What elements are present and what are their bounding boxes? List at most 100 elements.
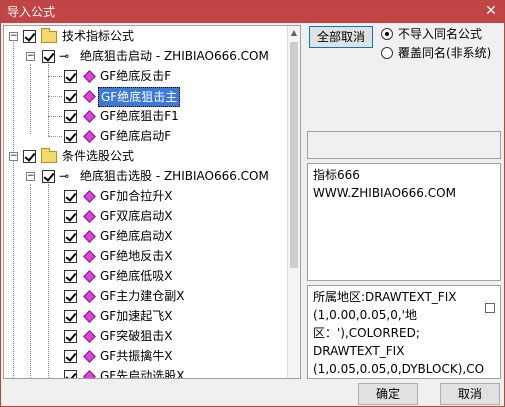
folder-icon (41, 148, 57, 163)
close-icon[interactable]: ✕ (482, 2, 500, 20)
tree-sub-row[interactable]: − ⊸ 绝底狙击选股 - ZHIBIAO666.COM (4, 166, 288, 186)
tree-item-row[interactable]: GF突破狙击X (4, 326, 288, 346)
tree-item-label: GF加合拉升X (100, 189, 173, 203)
code-line: (1,0.05,0.05,0,DYBLOCK),COL (313, 362, 485, 376)
tree-item-row[interactable]: GF加合拉升X (4, 186, 288, 206)
key-icon: ⊸ (59, 49, 70, 63)
code-checkbox[interactable] (485, 303, 495, 313)
cancel-button[interactable]: 取消 (440, 383, 500, 405)
collapse-icon[interactable]: − (26, 172, 35, 181)
formula-icon (83, 250, 96, 263)
tree-item-label: GF共振擒牛X (100, 349, 173, 363)
tree-item-label: GF绝底启动X (100, 229, 173, 243)
window-title: 导入公式 (7, 5, 56, 19)
item-checkbox[interactable] (64, 70, 77, 83)
formula-icon (83, 230, 96, 243)
item-checkbox[interactable] (64, 310, 77, 323)
tree-item-row[interactable]: GF绝底启动X (4, 226, 288, 246)
tree-content: − 技术指标公式 − ⊸ 绝底狙击启动 - ZHIBIAO666.COM GF绝… (4, 26, 288, 378)
formula-icon (83, 310, 96, 323)
collapse-icon[interactable]: − (26, 52, 35, 61)
formula-code-box[interactable]: 所属地区:DRAWTEXT_FIX (1,0.00,0.05,0,'地 区：')… (307, 285, 501, 379)
tree-item-row[interactable]: GF加速起飞X (4, 306, 288, 326)
tree-item-label: GF双底启动X (100, 209, 173, 223)
tree-item-row[interactable]: GF先启动选股X (4, 366, 288, 378)
formula-icon (83, 290, 96, 303)
tree-scrollbar[interactable]: ▲ (287, 26, 300, 378)
tree-item-row[interactable]: GF绝底低吸X (4, 266, 288, 286)
overwrite-radio[interactable] (381, 47, 393, 59)
formula-icon (83, 350, 96, 363)
item-checkbox[interactable] (64, 210, 77, 223)
collapse-icon[interactable]: − (9, 32, 18, 41)
no-import-label: 不导入同名公式 (398, 27, 483, 41)
sub-checkbox[interactable] (42, 170, 55, 183)
key-icon: ⊸ (59, 169, 70, 183)
item-checkbox[interactable] (64, 110, 77, 123)
tree-item-label: GF绝底狙击主 (98, 87, 181, 107)
code-line: DRAWTEXT_FIX (313, 344, 405, 358)
ok-button[interactable]: 确定 (358, 383, 418, 405)
scroll-up-icon[interactable]: ▲ (288, 26, 300, 40)
overwrite-label: 覆盖同名(非系统) (398, 46, 492, 60)
tree-item-label: GF绝地反击X (100, 249, 173, 263)
item-checkbox[interactable] (64, 330, 77, 343)
formula-icon (83, 270, 96, 283)
item-checkbox[interactable] (64, 350, 77, 363)
tree-item-label: GF先启动选股X (100, 369, 185, 378)
item-checkbox[interactable] (64, 230, 77, 243)
code-line: (1,0.00,0.05,0,'地 (313, 308, 417, 322)
tree-sub-label: 绝底狙击启动 - ZHIBIAO666.COM (80, 49, 269, 63)
tree-item-row[interactable]: GF绝底狙击F1 (4, 106, 288, 126)
formula-icon (83, 70, 96, 83)
item-checkbox[interactable] (64, 270, 77, 283)
tree-item-row[interactable]: GF主力建仓副X (4, 286, 288, 306)
tree-item-label: GF绝底反击F (100, 69, 172, 83)
tree-group-row[interactable]: − 技术指标公式 (4, 26, 288, 46)
tree-group-label: 条件选股公式 (62, 149, 135, 163)
group-checkbox[interactable] (23, 150, 36, 163)
formula-tree[interactable]: − 技术指标公式 − ⊸ 绝底狙击启动 - ZHIBIAO666.COM GF绝… (3, 25, 301, 379)
tree-item-label: GF主力建仓副X (100, 289, 185, 303)
empty-panel (307, 131, 501, 159)
tree-group-label: 技术指标公式 (62, 29, 135, 43)
sub-checkbox[interactable] (42, 50, 55, 63)
tree-item-label: GF突破狙击X (100, 329, 173, 343)
tree-sub-label: 绝底狙击选股 - ZHIBIAO666.COM (80, 169, 269, 183)
tree-item-row[interactable]: GF绝底启动F (4, 126, 288, 146)
info-line: 指标666 (313, 168, 360, 182)
formula-info-box: 指标666 WWW.ZHIBIAO666.COM (307, 163, 501, 281)
tree-item-row-selected[interactable]: GF绝底狙击主 (4, 86, 288, 107)
formula-icon (83, 330, 96, 343)
code-line: 区：'),COLORRED; (313, 326, 420, 340)
no-import-radio[interactable] (381, 28, 393, 40)
formula-icon (83, 370, 96, 378)
tree-sub-row[interactable]: − ⊸ 绝底狙击启动 - ZHIBIAO666.COM (4, 46, 288, 66)
scrollbar-thumb[interactable] (290, 42, 298, 268)
import-formula-dialog: 导入公式 ✕ − 技术指标公式 − ⊸ 绝底狙击启动 - ZHIBIAO666.… (0, 0, 505, 407)
info-line: WWW.ZHIBIAO666.COM (313, 186, 456, 200)
cancel-all-button[interactable]: 全部取消 (309, 26, 373, 48)
item-checkbox[interactable] (64, 370, 77, 378)
item-checkbox[interactable] (64, 250, 77, 263)
tree-item-row[interactable]: GF绝地反击X (4, 246, 288, 266)
item-checkbox[interactable] (64, 90, 77, 103)
tree-item-label: GF绝底低吸X (100, 269, 173, 283)
formula-icon (83, 130, 96, 143)
item-checkbox[interactable] (64, 190, 77, 203)
item-checkbox[interactable] (64, 290, 77, 303)
formula-icon (83, 90, 96, 103)
tree-item-row[interactable]: GF双底启动X (4, 206, 288, 226)
tree-item-label: GF绝底狙击F1 (100, 109, 179, 123)
formula-icon (83, 210, 96, 223)
group-checkbox[interactable] (23, 30, 36, 43)
tree-item-label: GF绝底启动F (100, 129, 172, 143)
folder-icon (41, 28, 57, 43)
tree-item-row[interactable]: GF共振擒牛X (4, 346, 288, 366)
tree-group-row[interactable]: − 条件选股公式 (4, 146, 288, 166)
collapse-icon[interactable]: − (9, 152, 18, 161)
title-bar: 导入公式 ✕ (1, 1, 504, 23)
tree-item-label: GF加速起飞X (100, 309, 173, 323)
tree-item-row[interactable]: GF绝底反击F (4, 66, 288, 86)
item-checkbox[interactable] (64, 130, 77, 143)
